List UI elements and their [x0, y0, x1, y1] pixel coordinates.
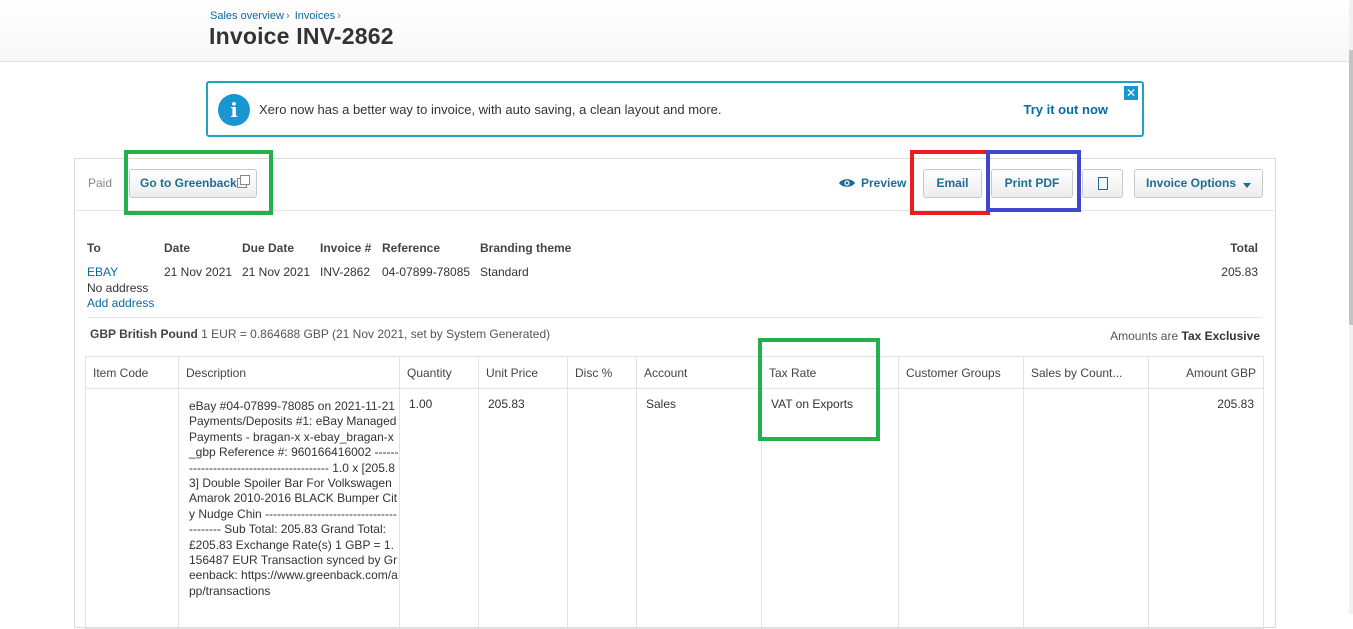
currency-name: GBP British Pound: [90, 327, 198, 341]
breadcrumb-separator: ›: [337, 10, 341, 22]
preview-link[interactable]: Preview: [839, 176, 906, 190]
page-scrollbar[interactable]: [1349, 0, 1353, 614]
invoice-card: Paid Go to Greenback Preview Email Print…: [74, 158, 1276, 629]
invoice-options-button[interactable]: Invoice Options: [1134, 169, 1263, 198]
new-invoicing-banner: i Xero now has a better way to invoice, …: [206, 81, 1144, 137]
column-header[interactable]: Disc %: [567, 356, 637, 389]
email-button[interactable]: Email: [923, 169, 982, 198]
table-row[interactable]: eBay #04-07899-78085 on 2021-11-21 Payme…: [85, 388, 1264, 629]
go-to-greenback-label: Go to Greenback: [140, 176, 237, 190]
table-header-row: Item Code Description Quantity Unit Pric…: [85, 356, 1264, 389]
preview-label: Preview: [861, 176, 907, 190]
status-badge: Paid: [88, 176, 113, 190]
breadcrumb: Sales overview › Invoices ›: [210, 10, 343, 22]
total-header: Total: [1230, 241, 1258, 255]
branding-theme: Standard: [480, 265, 529, 279]
contact-link[interactable]: EBAY: [87, 265, 118, 279]
try-it-out-link[interactable]: Try it out now: [1024, 102, 1109, 117]
item-code-cell[interactable]: [85, 388, 179, 629]
due-date-header: Due Date: [242, 241, 295, 255]
reference-header: Reference: [382, 241, 441, 255]
page-header: Sales overview › Invoices › Invoice INV-28…: [0, 0, 1353, 62]
amounts-are-prefix: Amounts are: [1110, 329, 1179, 343]
column-header[interactable]: Amount GBP: [1148, 356, 1264, 389]
column-header[interactable]: Item Code: [85, 356, 179, 389]
eye-icon: [839, 179, 855, 187]
invoice-toolbar: Paid Go to Greenback Preview Email Print…: [75, 159, 1275, 211]
column-header[interactable]: Account: [636, 356, 762, 389]
contact-block: EBAY No address Add address: [87, 265, 154, 312]
column-header[interactable]: Customer Groups: [898, 356, 1024, 389]
invoice-reference: 04-07899-78085: [382, 265, 471, 279]
column-header[interactable]: Description: [178, 356, 400, 389]
invoice-number-header: Invoice #: [320, 241, 372, 255]
banner-message: Xero now has a better way to invoice, wi…: [259, 102, 722, 117]
description-cell[interactable]: eBay #04-07899-78085 on 2021-11-21 Payme…: [178, 388, 400, 629]
customer-groups-cell[interactable]: [898, 388, 1024, 629]
discount-cell[interactable]: [567, 388, 637, 629]
currency-line: GBP British Pound 1 EUR = 0.864688 GBP (…: [90, 327, 550, 341]
print-pdf-button[interactable]: Print PDF: [991, 169, 1073, 198]
invoice-due-date: 21 Nov 2021: [242, 265, 311, 279]
breadcrumb-separator: ›: [285, 10, 290, 22]
breadcrumb-sales-overview[interactable]: Sales overview: [210, 10, 284, 22]
amounts-are-line: Amounts are Tax Exclusive: [1110, 329, 1260, 343]
line-items-table: Item Code Description Quantity Unit Pric…: [85, 356, 1264, 629]
scrollbar-thumb[interactable]: [1349, 50, 1353, 325]
chevron-down-icon: [1243, 183, 1251, 188]
column-header[interactable]: Quantity: [399, 356, 479, 389]
go-to-greenback-button[interactable]: Go to Greenback: [129, 169, 257, 198]
column-header[interactable]: Sales by Count...: [1023, 356, 1149, 389]
add-address-link[interactable]: Add address: [87, 296, 154, 310]
info-icon: i: [218, 94, 250, 126]
account-cell[interactable]: Sales: [636, 388, 762, 629]
amount-cell[interactable]: 205.83: [1148, 388, 1264, 629]
to-header: To: [87, 241, 101, 255]
invoice-number: INV-2862: [320, 265, 371, 279]
column-header[interactable]: Tax Rate: [761, 356, 899, 389]
invoice-date: 21 Nov 2021: [164, 265, 233, 279]
copy-button[interactable]: [1082, 169, 1123, 198]
no-address-text: No address: [87, 280, 149, 295]
quantity-cell[interactable]: 1.00: [399, 388, 479, 629]
external-link-icon: [237, 175, 250, 188]
column-header[interactable]: Unit Price: [478, 356, 568, 389]
page-title: Invoice INV-2862: [209, 23, 394, 49]
copy-icon: [1097, 177, 1108, 190]
tax-rate-cell[interactable]: VAT on Exports: [761, 388, 899, 629]
invoice-total: 205.83: [1221, 265, 1258, 279]
date-header: Date: [164, 241, 191, 255]
invoice-options-label: Invoice Options: [1146, 176, 1237, 190]
exchange-rate-text: 1 EUR = 0.864688 GBP (21 Nov 2021, set b…: [201, 327, 551, 341]
unit-price-cell[interactable]: 205.83: [478, 388, 568, 629]
tax-mode: Tax Exclusive: [1181, 329, 1261, 343]
divider: [87, 317, 1262, 318]
sales-by-country-cell[interactable]: [1023, 388, 1149, 629]
branding-theme-header: Branding theme: [480, 241, 572, 255]
close-icon[interactable]: ✕: [1124, 86, 1138, 100]
breadcrumb-invoices[interactable]: Invoices: [295, 10, 335, 22]
